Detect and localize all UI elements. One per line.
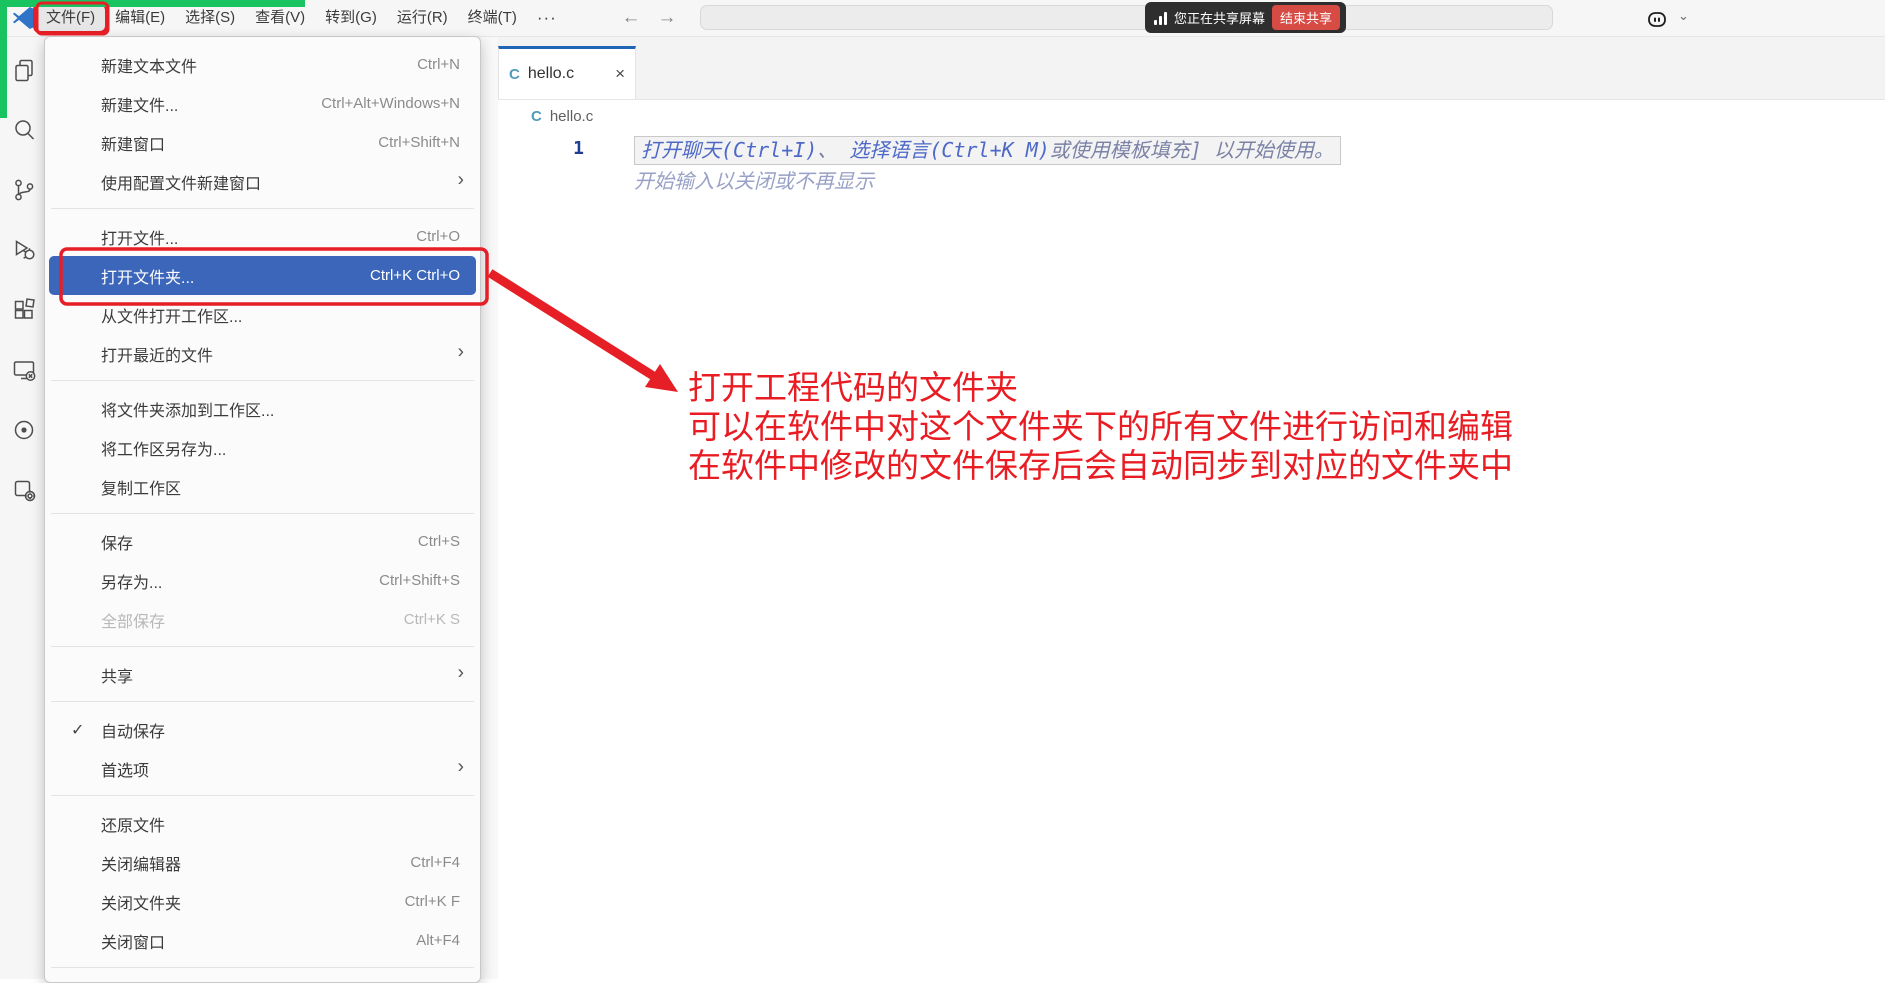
menu-item-close-editor[interactable]: 关闭编辑器 Ctrl+F4: [49, 843, 476, 882]
file-menu-popup: 新建文本文件 Ctrl+N 新建文件... Ctrl+Alt+Windows+N…: [44, 36, 481, 983]
manage-settings-icon[interactable]: [0, 460, 48, 520]
explorer-icon[interactable]: [0, 40, 48, 100]
menu-item-save-as[interactable]: 另存为... Ctrl+Shift+S: [49, 561, 476, 600]
signal-bars-icon: [1154, 11, 1167, 25]
c-file-icon: C: [509, 66, 520, 83]
menu-item-new-window[interactable]: 新建窗口 Ctrl+Shift+N: [49, 123, 476, 162]
line-number: 1: [498, 138, 584, 159]
search-icon[interactable]: [0, 100, 48, 160]
ghost-text: 开始输入以关闭或不再显示: [634, 165, 874, 194]
menu-separator: [51, 208, 474, 209]
code-line-2: 开始输入以关闭或不再显示: [498, 164, 1885, 195]
source-control-icon[interactable]: [0, 160, 48, 220]
extensions-icon[interactable]: [0, 280, 48, 340]
forward-arrow-icon[interactable]: →: [656, 7, 678, 29]
menu-item-open-folder[interactable]: 打开文件夹... Ctrl+K Ctrl+O: [49, 256, 476, 295]
annotation-text: 打开工程代码的文件夹 可以在软件中对这个文件夹下的所有文件进行访问和编辑 在软件…: [688, 368, 1513, 485]
menu-selection[interactable]: 选择(S): [175, 5, 245, 31]
menu-separator: [51, 380, 474, 381]
menu-file[interactable]: 文件(F): [36, 5, 105, 31]
close-tab-icon[interactable]: ×: [615, 64, 625, 84]
menu-item-open-workspace-from-file[interactable]: 从文件打开工作区...: [49, 295, 476, 334]
open-chat-link[interactable]: 打开聊天(Ctrl+I): [641, 138, 817, 162]
stop-sharing-button[interactable]: 结束共享: [1272, 5, 1340, 30]
menu-separator: [51, 513, 474, 514]
menu-item-open-file[interactable]: 打开文件... Ctrl+O: [49, 217, 476, 256]
submenu-chevron-icon: ›: [458, 662, 464, 684]
checkmark-icon: ✓: [71, 720, 84, 740]
menu-item-new-window-with-profile[interactable]: 使用配置文件新建窗口 ›: [49, 162, 476, 201]
menu-item-revert-file[interactable]: 还原文件: [49, 804, 476, 843]
submenu-chevron-icon: ›: [458, 756, 464, 778]
target-icon[interactable]: [0, 400, 48, 460]
code-line-1: 1 打开聊天(Ctrl+I)、 选择语言(Ctrl+K M)或使用模板填充] 以…: [498, 133, 1885, 164]
code-editor[interactable]: 1 打开聊天(Ctrl+I)、 选择语言(Ctrl+K M)或使用模板填充] 以…: [498, 133, 1885, 195]
c-file-icon: C: [531, 108, 542, 125]
menu-view[interactable]: 查看(V): [245, 5, 315, 31]
breadcrumb[interactable]: C hello.c: [498, 100, 1885, 133]
activity-bar: [0, 36, 48, 979]
share-status-text: 您正在共享屏幕: [1174, 8, 1265, 27]
back-arrow-icon[interactable]: ←: [620, 7, 642, 29]
command-center-search[interactable]: [700, 5, 1553, 30]
menu-go[interactable]: 转到(G): [315, 5, 387, 31]
menu-item-close-window[interactable]: 关闭窗口 Alt+F4: [49, 921, 476, 960]
menu-item-open-recent[interactable]: 打开最近的文件 ›: [49, 334, 476, 373]
menu-separator: [51, 701, 474, 702]
tab-bar: C hello.c ×: [498, 36, 1885, 100]
editor-placeholder-hint: 打开聊天(Ctrl+I)、 选择语言(Ctrl+K M)或使用模板填充] 以开始…: [634, 136, 1341, 165]
menu-separator: [51, 646, 474, 647]
menu-item-duplicate-workspace[interactable]: 复制工作区: [49, 467, 476, 506]
menu-item-save-workspace-as[interactable]: 将工作区另存为...: [49, 428, 476, 467]
menu-item-share[interactable]: 共享 ›: [49, 655, 476, 694]
vscode-logo-icon: [12, 6, 36, 30]
editor-group: C hello.c × C hello.c 1 打开聊天(Ctrl+I)、 选择…: [498, 36, 1885, 979]
screen-share-banner: 您正在共享屏幕 结束共享: [1145, 2, 1346, 33]
run-and-debug-icon[interactable]: [0, 220, 48, 280]
menu-item-save-all: 全部保存 Ctrl+K S: [49, 600, 476, 639]
menu-edit[interactable]: 编辑(E): [105, 5, 175, 31]
menu-terminal[interactable]: 终端(T): [458, 5, 527, 31]
pick-language-link[interactable]: 选择语言(Ctrl+K M): [849, 138, 1049, 162]
menu-item-new-file[interactable]: 新建文件... Ctrl+Alt+Windows+N: [49, 84, 476, 123]
remote-explorer-icon[interactable]: [0, 340, 48, 400]
screen-share-border-left: [0, 0, 7, 118]
submenu-chevron-icon: ›: [458, 341, 464, 363]
menu-item-save[interactable]: 保存 Ctrl+S: [49, 522, 476, 561]
menu-item-preferences[interactable]: 首选项 ›: [49, 749, 476, 788]
menu-run[interactable]: 运行(R): [387, 5, 458, 31]
tab-label: hello.c: [528, 65, 574, 83]
menu-overflow-icon[interactable]: ···: [527, 8, 567, 28]
chevron-down-icon[interactable]: ⌄: [1678, 8, 1689, 24]
copilot-icon[interactable]: [1645, 7, 1669, 31]
screen-share-border-top: [0, 0, 305, 7]
menu-item-close-folder[interactable]: 关闭文件夹 Ctrl+K F: [49, 882, 476, 921]
tab-hello-c[interactable]: C hello.c ×: [498, 46, 636, 99]
menu-item-new-text-file[interactable]: 新建文本文件 Ctrl+N: [49, 45, 476, 84]
submenu-chevron-icon: ›: [458, 169, 464, 191]
menu-item-auto-save[interactable]: ✓ 自动保存: [49, 710, 476, 749]
menu-separator: [51, 967, 474, 968]
breadcrumb-file: hello.c: [550, 108, 593, 125]
menu-separator: [51, 795, 474, 796]
menu-item-add-folder-to-workspace[interactable]: 将文件夹添加到工作区...: [49, 389, 476, 428]
